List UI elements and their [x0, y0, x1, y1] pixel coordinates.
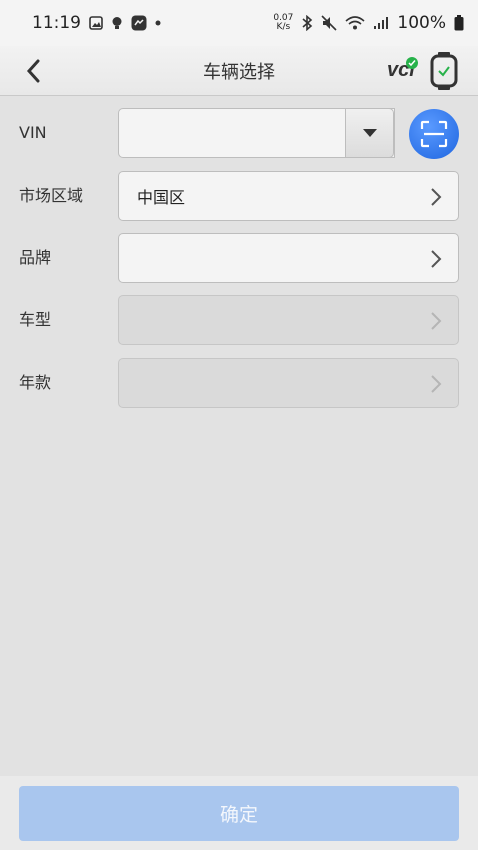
watch-icon[interactable]	[430, 52, 458, 90]
wifi-icon	[345, 15, 365, 31]
market-row: 市场区域 中国区	[0, 171, 478, 221]
model-row: 车型	[0, 295, 478, 345]
signal-icon	[373, 16, 389, 30]
chevron-right-icon	[431, 250, 442, 268]
vin-label: VIN	[19, 123, 47, 142]
market-label: 市场区域	[19, 186, 84, 205]
back-button[interactable]	[18, 56, 48, 86]
market-select[interactable]: 中国区	[118, 171, 459, 221]
brand-select[interactable]	[118, 233, 459, 283]
battery-percent: 100%	[397, 13, 446, 33]
chevron-right-icon	[431, 375, 442, 393]
mute-icon	[321, 15, 337, 31]
year-label: 年款	[19, 373, 52, 392]
market-value: 中国区	[137, 188, 186, 207]
chevron-right-icon	[431, 188, 442, 206]
confirm-button[interactable]: 确定	[19, 786, 459, 841]
bluetooth-icon	[301, 15, 313, 31]
bulb-icon	[111, 16, 123, 31]
title-bar: 车辆选择 vci	[0, 46, 478, 96]
scan-button[interactable]	[409, 109, 459, 159]
net-speed-unit: K/s	[276, 22, 291, 32]
app-icon	[131, 15, 147, 31]
chevron-left-icon	[26, 59, 40, 83]
year-row: 年款	[0, 358, 478, 408]
model-label: 车型	[19, 310, 52, 329]
net-speed: 0.07 K/s	[273, 14, 293, 32]
caret-down-icon	[362, 129, 377, 137]
model-select[interactable]	[118, 295, 459, 345]
brand-label: 品牌	[19, 248, 52, 267]
vin-dropdown-button[interactable]	[345, 108, 394, 158]
check-icon	[406, 57, 418, 69]
battery-icon	[454, 15, 464, 31]
vci-status[interactable]: vci	[386, 54, 420, 88]
page-title: 车辆选择	[203, 61, 275, 83]
brand-row: 品牌	[0, 233, 478, 283]
vin-row: VIN	[0, 108, 478, 159]
status-bar: 11:19 0.07 K/s 100%	[0, 0, 478, 46]
dot-icon	[155, 20, 161, 26]
chevron-right-icon	[431, 312, 442, 330]
year-select[interactable]	[118, 358, 459, 408]
scan-icon	[420, 120, 448, 148]
footer: 确定	[0, 776, 478, 850]
clock: 11:19	[32, 13, 81, 33]
gallery-icon	[89, 16, 103, 30]
